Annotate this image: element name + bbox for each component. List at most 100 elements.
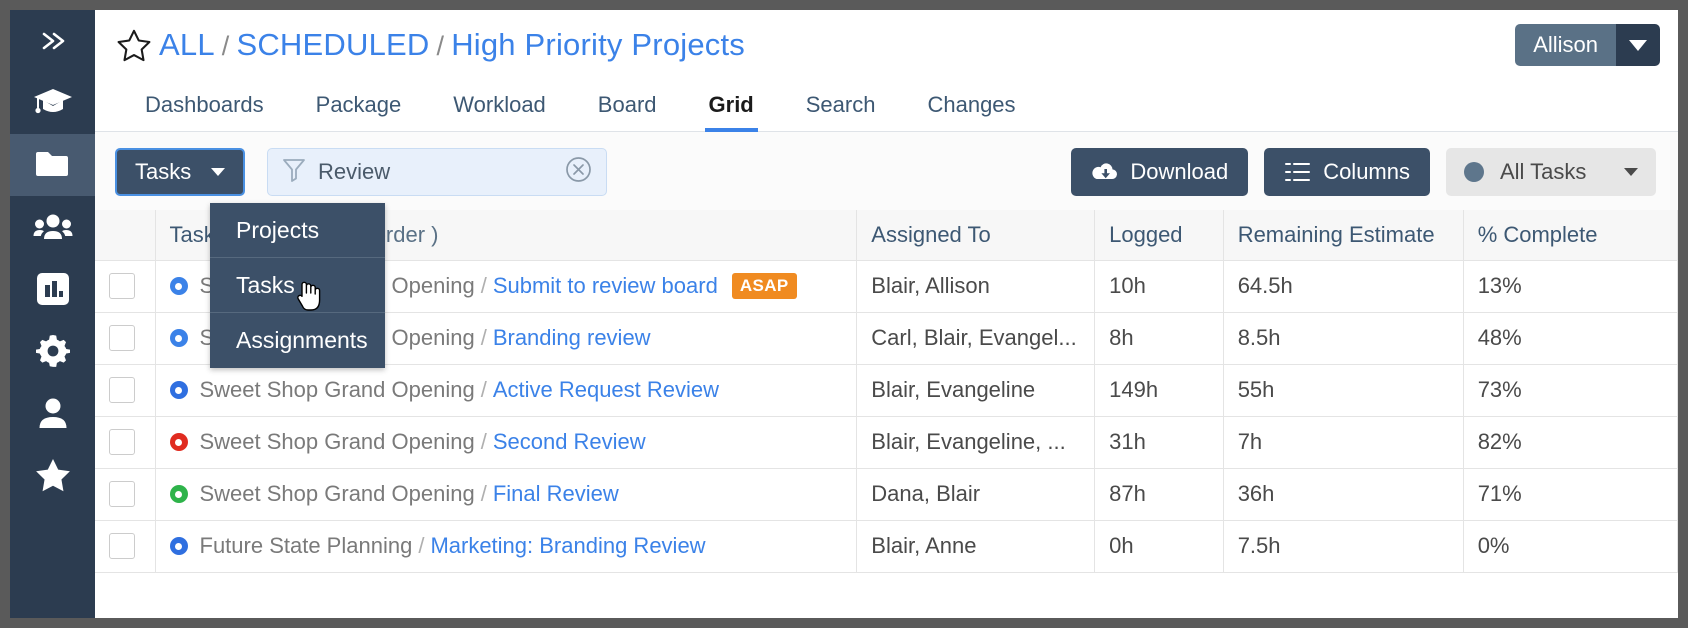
row-checkbox-cell[interactable] [95,468,156,521]
row-checkbox[interactable] [109,481,135,507]
remaining-estimate-cell: 7.5h [1223,520,1464,573]
sidebar-item-reports[interactable] [10,258,95,320]
logged-cell: 149h [1094,364,1224,417]
table-row[interactable]: Sweet Shop Grand Opening / Active Request … [95,364,1678,417]
entity-type-label: Tasks [135,159,192,184]
column-header-remaining-estimate[interactable]: Remaining Estimate [1223,210,1464,261]
table-row[interactable]: Sweet Shop Grand Opening / Second Review Bl… [95,416,1678,469]
project-name[interactable]: Future State Planning [200,533,413,559]
tab-changes[interactable]: Changes [901,92,1041,131]
download-button[interactable]: Download [1071,148,1249,196]
path-separator: / [418,533,425,558]
row-checkbox[interactable] [109,325,135,351]
row-checkbox-cell[interactable] [95,364,156,417]
row-checkbox-cell[interactable] [95,416,156,469]
tab-dashboards[interactable]: Dashboards [119,92,290,131]
tab-grid[interactable]: Grid [683,92,780,132]
download-label: Download [1130,159,1229,184]
project-name[interactable]: Sweet Shop Grand Opening [200,429,475,455]
task-status-dot-icon[interactable] [169,381,188,399]
bar-chart-icon [36,272,70,306]
row-checkbox[interactable] [109,429,135,455]
sidebar-item-projects[interactable] [10,134,95,196]
task-name-link[interactable]: Submit to review board [493,273,718,299]
status-dot-icon [1464,162,1484,182]
path-separator: / [480,325,487,350]
task-name-link[interactable]: Branding review [493,325,651,351]
assigned-to-cell: Blair, Evangeline [856,364,1096,417]
breadcrumb-separator: / [221,31,230,61]
task-status-dot-icon[interactable] [169,433,188,451]
sidebar-item-favorites[interactable] [10,444,95,506]
breadcrumb-item-scheduled[interactable]: SCHEDULED [236,27,429,63]
tab-package[interactable]: Package [290,92,428,131]
column-header-select[interactable] [95,210,156,261]
page-header: ALL / SCHEDULED / High Priority Projects… [95,10,1678,80]
breadcrumb-separator: / [436,31,445,61]
percent-complete-cell: 13% [1463,260,1678,313]
favorite-star-icon[interactable] [117,28,151,62]
task-status-dot-icon[interactable] [169,329,188,347]
project-name[interactable]: Sweet Shop Grand Opening [200,377,475,403]
task-name-link[interactable]: Second Review [493,429,646,455]
user-menu[interactable]: Allison [1515,24,1660,66]
sidebar-item-settings[interactable] [10,320,95,382]
column-header-logged[interactable]: Logged [1094,210,1224,261]
row-checkbox[interactable] [109,533,135,559]
task-name-link[interactable]: Marketing: Branding Review [430,533,705,559]
logged-cell: 87h [1094,468,1224,521]
logged-cell: 0h [1094,520,1224,573]
task-status-dot-icon[interactable] [169,277,188,295]
assigned-to-cell: Dana, Blair [856,468,1096,521]
task-status-dot-icon[interactable] [169,485,188,503]
breadcrumb-item-current[interactable]: High Priority Projects [451,27,745,63]
filter-value: Review [318,159,391,184]
breadcrumb-item-all[interactable]: ALL [159,27,215,63]
percent-complete-cell: 82% [1463,416,1678,469]
gear-icon [35,334,70,368]
row-checkbox-cell[interactable] [95,520,156,573]
menu-item-projects[interactable]: Projects [210,203,385,258]
tab-search[interactable]: Search [780,92,902,131]
task-header-label: Task [169,221,215,247]
sidebar-item-collapse-expand[interactable] [10,10,95,72]
task-name-link[interactable]: Final Review [493,481,619,507]
column-header-percent-complete[interactable]: % Complete [1463,210,1678,261]
sidebar-item-profile[interactable] [10,382,95,444]
row-checkbox[interactable] [109,377,135,403]
entity-type-dropdown-button[interactable]: Tasks [115,148,245,196]
folder-icon [34,150,72,180]
task-scope-select[interactable]: All Tasks [1446,148,1656,196]
caret-down-icon [1624,168,1638,176]
columns-button[interactable]: Columns [1264,148,1430,196]
cloud-download-icon [1091,161,1118,183]
tab-board[interactable]: Board [572,92,683,131]
sidebar-item-training[interactable] [10,72,95,134]
sidebar-item-teams[interactable] [10,196,95,258]
clear-circle-icon[interactable] [565,156,592,188]
task-status-dot-icon[interactable] [169,537,188,555]
row-checkbox-cell[interactable] [95,260,156,313]
path-separator: / [480,481,487,506]
path-separator: / [480,273,487,298]
chevron-down-icon[interactable] [1616,24,1660,66]
graduation-cap-icon [33,86,73,120]
user-name-label: Allison [1515,24,1616,66]
row-checkbox-cell[interactable] [95,312,156,365]
filter-search-field[interactable]: Review [267,148,607,196]
project-name[interactable]: Sweet Shop Grand Opening [200,481,475,507]
tab-workload[interactable]: Workload [427,92,572,131]
table-row[interactable]: Sweet Shop Grand Opening / Final Review Dan… [95,468,1678,521]
task-cell: Sweet Shop Grand Opening / Active Request … [155,364,858,417]
percent-complete-cell: 0% [1463,520,1678,573]
table-row[interactable]: Future State Planning / Marketing: Brandin… [95,520,1678,573]
task-name-link[interactable]: Active Request Review [493,377,719,403]
chevron-double-right-icon [38,29,68,53]
caret-down-icon [211,168,225,176]
remaining-estimate-cell: 55h [1223,364,1464,417]
row-checkbox[interactable] [109,273,135,299]
column-header-assigned-to[interactable]: Assigned To [856,210,1096,261]
application-window: ALL / SCHEDULED / High Priority Projects… [0,0,1688,628]
menu-item-assignments[interactable]: Assignments [210,313,385,368]
menu-item-tasks[interactable]: Tasks [210,258,385,313]
